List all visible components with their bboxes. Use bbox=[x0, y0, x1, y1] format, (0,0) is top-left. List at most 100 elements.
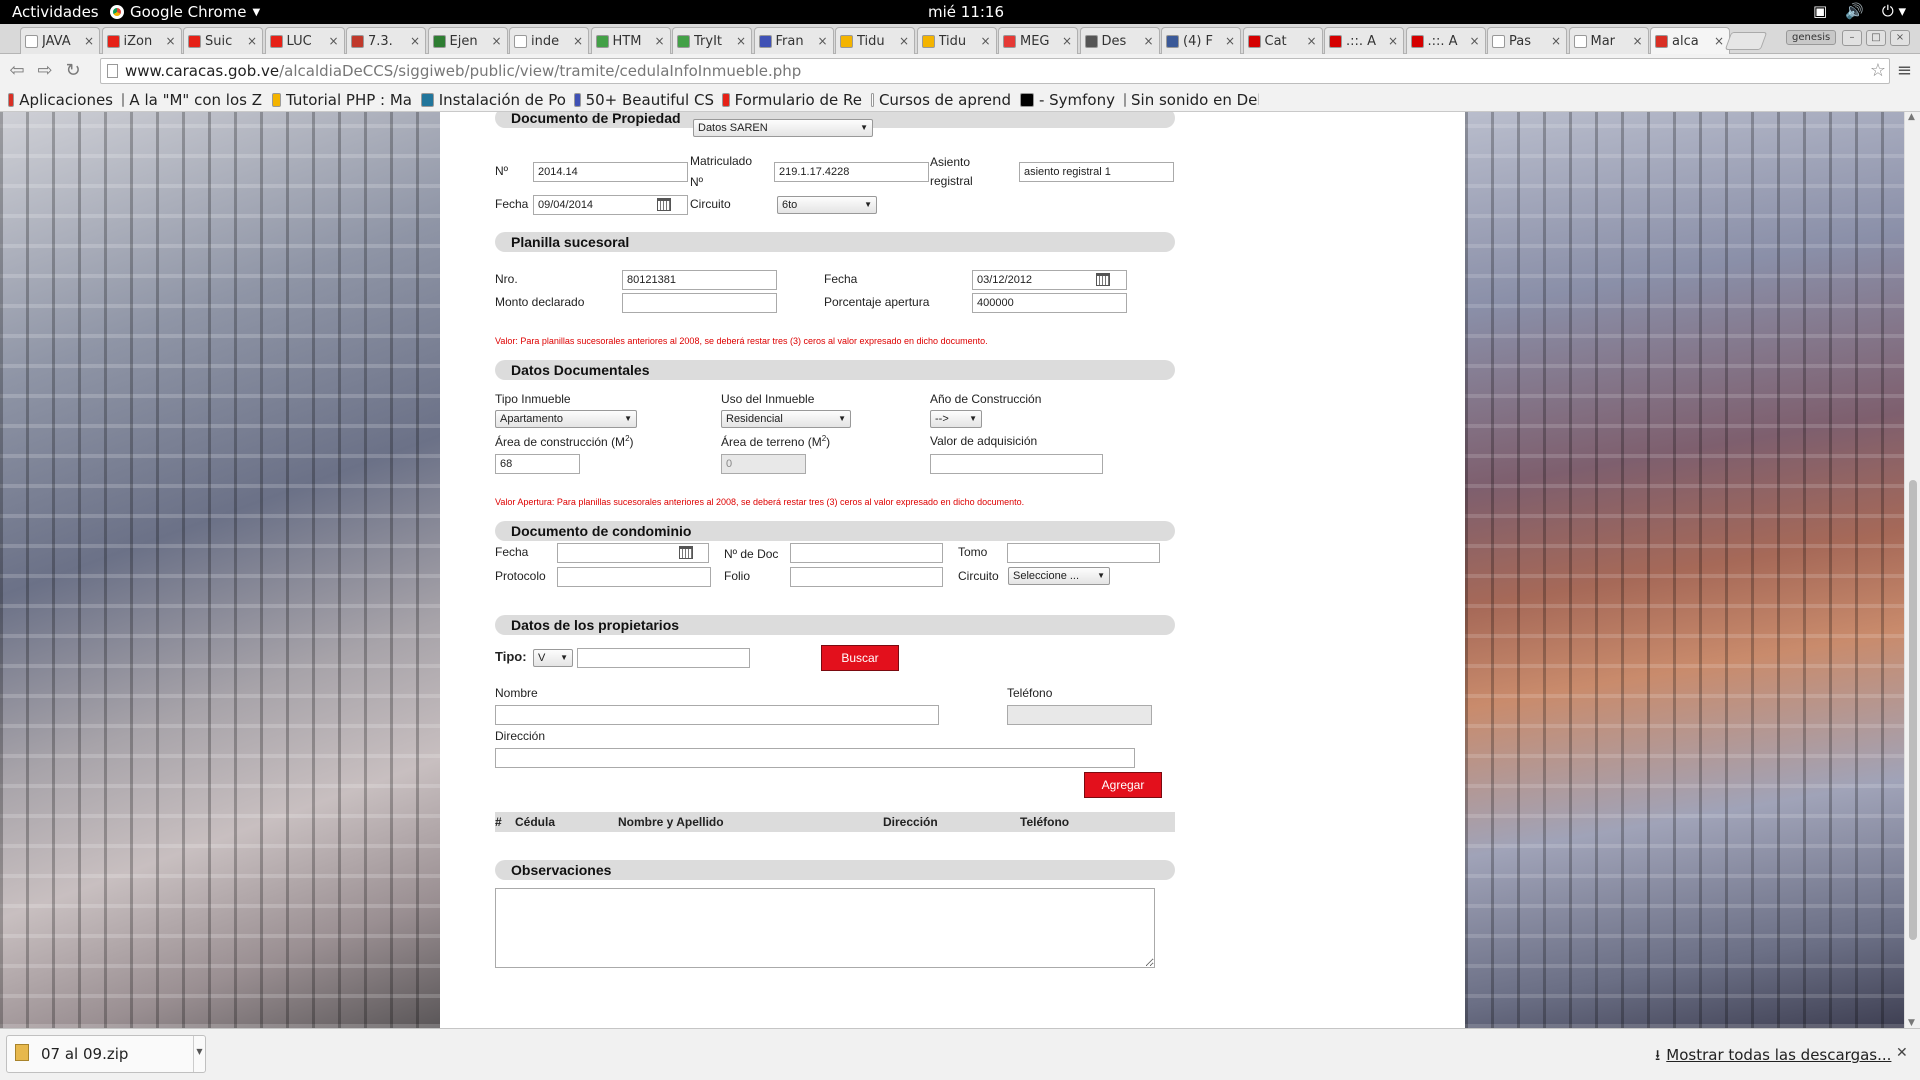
cedula-search-field[interactable] bbox=[577, 648, 750, 668]
browser-tab[interactable]: Des × bbox=[1079, 27, 1160, 54]
browser-tab[interactable]: iZon × bbox=[101, 27, 182, 54]
close-icon[interactable]: × bbox=[980, 34, 992, 48]
close-icon[interactable]: × bbox=[491, 34, 503, 48]
app-menu[interactable]: Google Chrome ▼ bbox=[110, 3, 260, 21]
tipo-inmueble-select[interactable]: Apartamento bbox=[495, 410, 637, 428]
scrollbar-thumb[interactable] bbox=[1909, 480, 1917, 940]
profile-button[interactable]: genesis bbox=[1786, 30, 1837, 45]
page-scrollbar[interactable]: ▲ ▼ bbox=[1904, 112, 1920, 1028]
bookmark-item[interactable]: Sin sonido en Del bbox=[1124, 91, 1259, 109]
observaciones-textarea[interactable] bbox=[495, 888, 1155, 968]
new-tab-button[interactable] bbox=[1724, 32, 1768, 50]
close-icon[interactable]: × bbox=[898, 34, 910, 48]
bookmark-item[interactable]: - Symfony bbox=[1020, 91, 1115, 109]
no-doc-field[interactable] bbox=[790, 543, 943, 563]
address-bar[interactable]: www.caracas.gob.ve/alcaldiaDeCCS/siggiwe… bbox=[100, 58, 1890, 84]
reload-icon[interactable]: ↻ bbox=[62, 60, 84, 82]
bookmark-star-icon[interactable]: ☆ bbox=[1870, 60, 1886, 81]
buscar-button[interactable]: Buscar bbox=[821, 645, 899, 671]
uso-inmueble-select[interactable]: Residencial bbox=[721, 410, 851, 428]
area-terreno-field[interactable]: 0 bbox=[721, 454, 806, 474]
direccion-field[interactable] bbox=[495, 748, 1135, 768]
browser-tab[interactable]: MEG × bbox=[998, 27, 1078, 54]
browser-tab[interactable]: JAVA × bbox=[20, 27, 100, 54]
browser-tab[interactable]: .::. A × bbox=[1405, 27, 1486, 54]
browser-tab[interactable]: Mar × bbox=[1568, 27, 1649, 54]
close-icon[interactable]: × bbox=[1469, 34, 1481, 48]
system-tray[interactable]: ▣ 🔊 ⏻ ▾ bbox=[1813, 2, 1906, 20]
close-icon[interactable]: × bbox=[1143, 34, 1155, 48]
browser-tab[interactable]: Fran × bbox=[753, 27, 834, 54]
bookmark-item[interactable]: A la "M" con los Z bbox=[122, 91, 262, 109]
close-icon[interactable]: × bbox=[1306, 34, 1318, 48]
porcentaje-field[interactable]: 400000 bbox=[972, 293, 1127, 313]
close-icon[interactable]: × bbox=[817, 34, 829, 48]
close-icon[interactable]: × bbox=[1632, 34, 1644, 48]
browser-tab[interactable]: LUC × bbox=[264, 27, 345, 54]
nro-field[interactable]: 80121381 bbox=[622, 270, 777, 290]
calendar-icon[interactable] bbox=[1096, 273, 1110, 286]
close-icon[interactable]: × bbox=[654, 34, 666, 48]
browser-tab[interactable]: (4) F × bbox=[1161, 27, 1241, 54]
browser-tab[interactable]: Cat × bbox=[1242, 27, 1323, 54]
bookmark-item[interactable]: Instalación de Po bbox=[421, 91, 566, 109]
close-icon[interactable]: × bbox=[1713, 34, 1725, 48]
clock[interactable]: mié 11:16 bbox=[928, 3, 1004, 21]
browser-tab[interactable]: Tidu × bbox=[835, 27, 915, 54]
forward-icon[interactable]: ⇨ bbox=[34, 60, 56, 82]
close-icon[interactable]: × bbox=[1224, 34, 1236, 48]
browser-tab[interactable]: Suic × bbox=[183, 27, 263, 54]
close-icon[interactable]: × bbox=[1387, 34, 1399, 48]
protocolo-field[interactable] bbox=[557, 567, 711, 587]
valor-adquisicion-field[interactable] bbox=[930, 454, 1103, 474]
close-window-button[interactable]: × bbox=[1890, 30, 1910, 46]
anio-construccion-select[interactable]: --> bbox=[930, 410, 982, 428]
circuito-condominio-select[interactable]: Seleccione ... bbox=[1008, 567, 1110, 585]
bookmark-item[interactable]: 50+ Beautiful CS bbox=[574, 91, 714, 109]
calendar-icon[interactable] bbox=[657, 198, 671, 211]
nombre-field[interactable] bbox=[495, 705, 939, 725]
area-construccion-field[interactable]: 68 bbox=[495, 454, 580, 474]
chevron-down-icon[interactable]: ▼ bbox=[193, 1036, 205, 1072]
bookmark-item[interactable]: Aplicaciones bbox=[8, 91, 113, 109]
bookmark-item[interactable]: Formulario de Re bbox=[722, 91, 862, 109]
activities-button[interactable]: Actividades bbox=[12, 3, 99, 21]
back-icon[interactable]: ⇦ bbox=[6, 60, 28, 82]
minimize-button[interactable]: – bbox=[1842, 30, 1862, 46]
scroll-down-icon[interactable]: ▼ bbox=[1908, 1018, 1915, 1028]
tomo-field[interactable] bbox=[1007, 543, 1160, 563]
maximize-button[interactable]: □ bbox=[1866, 30, 1886, 46]
circuito-select[interactable]: 6to bbox=[777, 196, 877, 214]
close-icon[interactable]: × bbox=[83, 34, 95, 48]
close-icon[interactable]: × bbox=[328, 34, 340, 48]
folio-field[interactable] bbox=[790, 567, 943, 587]
agregar-button[interactable]: Agregar bbox=[1084, 772, 1162, 798]
browser-tab[interactable]: Pas × bbox=[1487, 27, 1567, 54]
show-all-downloads-link[interactable]: ⭳ Mostrar todas las descargas... bbox=[1655, 1045, 1891, 1070]
close-icon[interactable]: × bbox=[165, 34, 177, 48]
browser-tab[interactable]: 7.3. × bbox=[346, 27, 426, 54]
bookmark-item[interactable]: Cursos de aprend bbox=[871, 91, 1011, 109]
download-item[interactable]: 07 al 09.zip ▼ bbox=[6, 1035, 206, 1073]
browser-tab[interactable]: HTM × bbox=[590, 27, 671, 54]
close-icon[interactable]: × bbox=[735, 34, 747, 48]
monto-field[interactable] bbox=[622, 293, 777, 313]
browser-tab[interactable]: Ejen × bbox=[427, 27, 508, 54]
close-icon[interactable]: × bbox=[1061, 34, 1073, 48]
chrome-menu-icon[interactable]: ≡ bbox=[1897, 60, 1912, 81]
close-icon[interactable]: × bbox=[246, 34, 258, 48]
browser-tab[interactable]: inde × bbox=[509, 27, 589, 54]
close-icon[interactable]: × bbox=[1550, 34, 1562, 48]
asiento-registral-field[interactable]: asiento registral 1 bbox=[1019, 162, 1174, 182]
no-field[interactable]: 2014.14 bbox=[533, 162, 688, 182]
matriculado-field[interactable]: 219.1.17.4228 bbox=[774, 162, 929, 182]
tipo-documento-select[interactable]: V bbox=[533, 649, 573, 667]
browser-tab[interactable]: alca × bbox=[1650, 27, 1730, 54]
browser-tab[interactable]: TryIt × bbox=[672, 27, 752, 54]
browser-tab[interactable]: .::. A × bbox=[1324, 27, 1404, 54]
close-icon[interactable]: × bbox=[409, 34, 421, 48]
documento-propiedad-select[interactable]: Datos SAREN bbox=[693, 119, 873, 137]
scroll-up-icon[interactable]: ▲ bbox=[1908, 112, 1915, 122]
browser-tab[interactable]: Tidu × bbox=[916, 27, 997, 54]
calendar-icon[interactable] bbox=[679, 546, 693, 559]
